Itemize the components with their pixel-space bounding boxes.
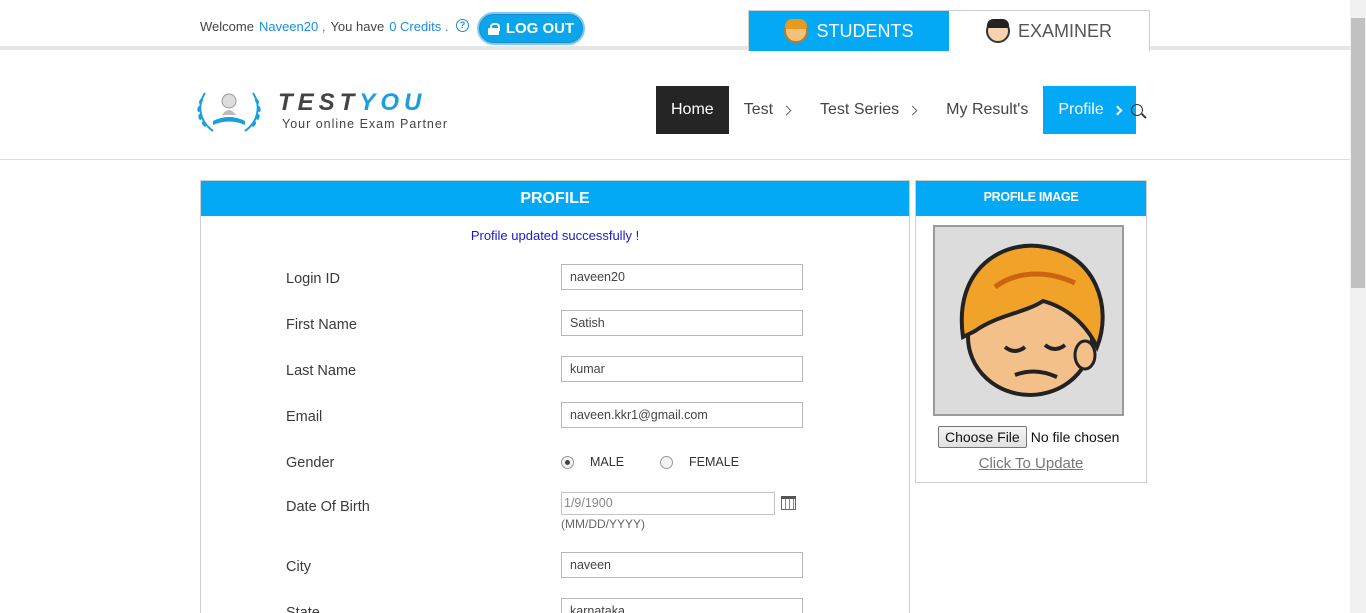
top-bar: Welcome Naveen20 , You have 0 Credits . … (0, 0, 1350, 51)
welcome-text: Welcome (200, 19, 254, 34)
tab-examiner[interactable]: EXAMINER (949, 11, 1149, 51)
role-tabs: STUDENTS EXAMINER (748, 10, 1150, 51)
nav-my-results[interactable]: My Result's (931, 86, 1043, 134)
avatar (933, 225, 1124, 416)
page: Welcome Naveen20 , You have 0 Credits . … (0, 0, 1366, 613)
first-name-label: First Name (286, 317, 357, 333)
nav-test-series-label: Test Series (820, 101, 900, 118)
state-field[interactable]: karnataka (561, 598, 803, 613)
you-have-text: You have (330, 19, 385, 34)
main-nav: Home Test Test Series My Result's Profil… (656, 86, 1136, 134)
search-icon[interactable] (1131, 104, 1146, 119)
state-row: State karnataka (286, 598, 806, 613)
profile-image-heading: PROFILE IMAGE (916, 181, 1146, 216)
dob-format-hint: (MM/DD/YYYY) (561, 517, 645, 531)
last-name-field[interactable]: kumar (561, 356, 803, 382)
scrollbar-thumb[interactable] (1351, 18, 1365, 288)
gender-female-radio[interactable] (660, 455, 674, 469)
last-name-label: Last Name (286, 363, 357, 379)
welcome-line: Welcome Naveen20 , You have 0 Credits . (200, 19, 448, 34)
lock-icon (487, 22, 500, 35)
student-face-icon (784, 19, 809, 43)
login-id-label: Login ID (286, 271, 341, 287)
dob-label: Date Of Birth (286, 499, 370, 515)
logo-tagline: Your online Exam Partner (282, 117, 448, 131)
chevron-right-icon (781, 105, 792, 115)
last-name-row: Last Name kumar (286, 356, 806, 382)
success-message: Profile updated successfully ! (470, 228, 640, 243)
logo-title-you: YOU (359, 89, 427, 116)
file-chooser: Choose File No file chosen (938, 426, 1119, 448)
click-to-update-link[interactable]: Click To Update (916, 455, 1146, 472)
gender-row: Gender MALE FEMALE (286, 448, 806, 474)
state-label: State (286, 605, 320, 613)
city-label: City (286, 559, 311, 575)
logo-title-test: TEST (278, 89, 360, 116)
nav-test-label: Test (743, 101, 774, 118)
credits-link[interactable]: 0 Credits . (389, 19, 448, 34)
username-link[interactable]: Naveen20 , (259, 19, 326, 34)
gender-radio-group: MALE FEMALE (561, 455, 775, 469)
profile-heading: PROFILE (201, 181, 909, 216)
city-field[interactable]: naveen (561, 552, 803, 578)
cartoon-face-icon (959, 243, 1105, 397)
gender-label: Gender (286, 455, 335, 471)
nav-profile-label: Profile (1058, 101, 1104, 118)
tab-students-label: STUDENTS (816, 20, 914, 41)
first-name-field[interactable]: Satish (561, 310, 803, 336)
gender-male-label: MALE (590, 455, 625, 469)
calendar-icon[interactable] (781, 496, 796, 510)
profile-panel: PROFILE Profile updated successfully ! L… (200, 180, 910, 613)
tab-students[interactable]: STUDENTS (749, 11, 949, 51)
email-row: Email naveen.kkr1@gmail.com (286, 402, 806, 428)
choose-file-button[interactable]: Choose File (938, 426, 1027, 448)
nav-home[interactable]: Home (656, 86, 729, 134)
site-header: TESTYOU Your online Exam Partner Home Te… (0, 55, 1350, 160)
profile-image-panel: PROFILE IMAGE Choose File No file chosen… (915, 180, 1147, 483)
logout-label: LOG OUT (505, 20, 575, 37)
dob-field[interactable]: 1/9/1900 (561, 492, 775, 515)
tab-examiner-label: EXAMINER (1017, 20, 1113, 41)
laurel-book-icon (197, 92, 261, 132)
email-field[interactable]: naveen.kkr1@gmail.com (561, 402, 803, 428)
gender-female-label: FEMALE (689, 455, 740, 469)
nav-profile[interactable]: Profile (1043, 86, 1136, 134)
login-id-field[interactable]: naveen20 (561, 264, 803, 290)
city-row: City naveen (286, 552, 806, 578)
first-name-row: First Name Satish (286, 310, 806, 336)
help-icon[interactable]: ? (456, 19, 469, 32)
nav-my-results-label: My Result's (946, 101, 1029, 118)
nav-test[interactable]: Test (729, 86, 805, 134)
gender-male-radio[interactable] (561, 455, 574, 469)
no-file-text: No file chosen (1030, 429, 1120, 445)
nav-home-label: Home (671, 101, 714, 118)
dob-row: Date Of Birth 1/9/1900 (MM/DD/YYYY) (286, 492, 806, 531)
chevron-right-icon (1112, 105, 1123, 115)
email-label: Email (286, 409, 323, 425)
login-id-row: Login ID naveen20 (286, 264, 806, 290)
site-logo[interactable]: TESTYOU Your online Exam Partner (195, 85, 455, 137)
page-scrollbar[interactable] (1350, 0, 1366, 613)
logout-button[interactable]: LOG OUT (477, 12, 585, 45)
chevron-right-icon (907, 105, 918, 115)
logo-title: TESTYOU (278, 89, 426, 117)
examiner-face-icon (985, 19, 1010, 43)
nav-test-series[interactable]: Test Series (805, 86, 931, 134)
